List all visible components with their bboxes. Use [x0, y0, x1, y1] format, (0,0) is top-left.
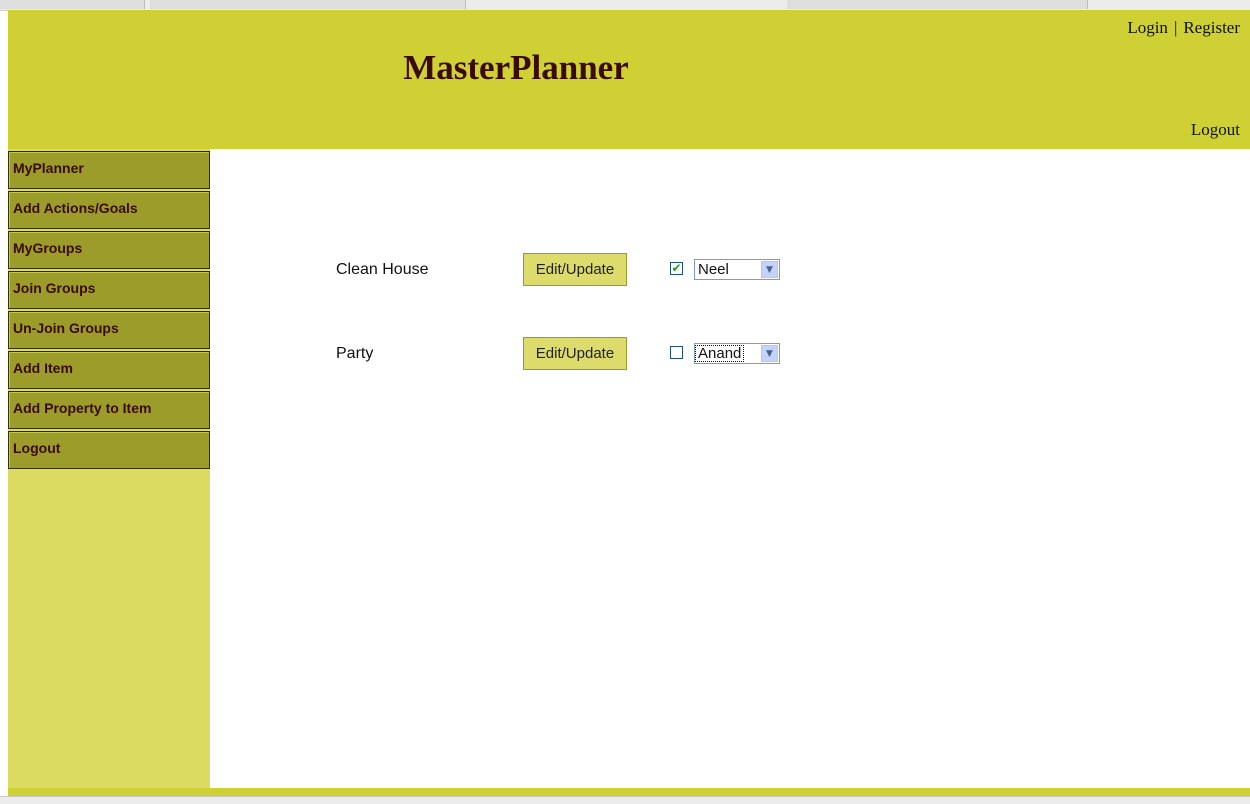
sidebar-item-unjoin-groups[interactable]: Un-Join Groups: [8, 311, 210, 349]
site-footer: [8, 788, 1250, 796]
register-link[interactable]: Register: [1183, 18, 1240, 37]
assignee-select[interactable]: Anand ▼: [694, 343, 780, 364]
browser-tab[interactable]: [0, 0, 145, 9]
sidebar-item-add-actions-goals[interactable]: Add Actions/Goals: [8, 191, 210, 229]
task-row: Party Edit/Update Anand ▼: [210, 337, 1250, 371]
task-name: Clean House: [336, 261, 429, 278]
login-link[interactable]: Login: [1127, 18, 1168, 37]
assignee-select[interactable]: Neel ▼: [694, 259, 780, 280]
main-content: Clean House Edit/Update ✔ Neel ▼ Party E…: [210, 149, 1250, 788]
sidebar-item-myplanner[interactable]: MyPlanner: [8, 151, 210, 189]
auth-links: Login | Register: [1127, 18, 1240, 38]
sidebar-item-add-item[interactable]: Add Item: [8, 351, 210, 389]
task-name: Party: [336, 345, 374, 362]
edit-update-button[interactable]: Edit/Update: [523, 337, 627, 370]
task-row: Clean House Edit/Update ✔ Neel ▼: [210, 253, 1250, 287]
auth-separator: |: [1173, 18, 1178, 37]
sidebar-item-add-property-to-item[interactable]: Add Property to Item: [8, 391, 210, 429]
task-done-checkbox[interactable]: [670, 346, 683, 359]
sidebar-nav: MyPlanner Add Actions/Goals MyGroups Joi…: [8, 149, 210, 788]
browser-tab[interactable]: [787, 0, 1088, 9]
edit-update-button[interactable]: Edit/Update: [523, 253, 627, 286]
chevron-down-icon[interactable]: ▼: [761, 261, 778, 278]
sidebar-item-join-groups[interactable]: Join Groups: [8, 271, 210, 309]
sidebar-item-mygroups[interactable]: MyGroups: [8, 231, 210, 269]
browser-tab[interactable]: [150, 0, 466, 9]
site-header: MasterPlanner Login | Register Logout: [8, 10, 1250, 149]
assignee-selected-value: Neel: [698, 261, 729, 278]
chevron-down-icon[interactable]: ▼: [761, 345, 778, 362]
header-logout-link[interactable]: Logout: [1191, 120, 1240, 140]
assignee-selected-value: Anand: [695, 345, 745, 362]
site-title: MasterPlanner: [403, 48, 629, 87]
sidebar-item-logout[interactable]: Logout: [8, 431, 210, 469]
task-done-checkbox[interactable]: ✔: [670, 262, 683, 275]
